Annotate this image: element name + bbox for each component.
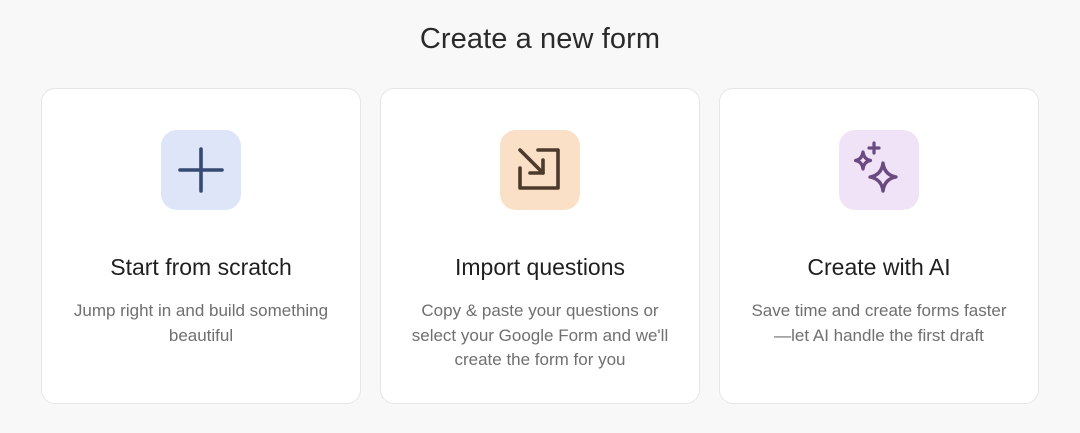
- card-description: Copy & paste your questions or select yo…: [411, 301, 669, 369]
- card-title: Start from scratch: [110, 254, 292, 280]
- card-title: Create with AI: [807, 254, 951, 280]
- sparkles-icon: [853, 141, 898, 193]
- create-form-page: Create a new form Start from scratch Jum…: [0, 0, 1080, 433]
- card-description: Save time and create forms faster—let AI…: [751, 301, 1007, 345]
- card-description: Jump right in and build something beauti…: [73, 301, 329, 345]
- start-from-scratch-card[interactable]: Start from scratch Jump right in and bui…: [41, 88, 361, 404]
- start-from-scratch-icon-tile: [161, 130, 241, 210]
- import-questions-card[interactable]: Import questions Copy & paste your quest…: [380, 88, 700, 404]
- import-questions-icon-tile: [500, 130, 580, 210]
- page-title: Create a new form: [419, 23, 661, 55]
- card-title: Import questions: [454, 254, 626, 280]
- create-with-ai-icon-tile: [839, 130, 919, 210]
- import-arrow-icon: [518, 148, 560, 190]
- create-with-ai-card[interactable]: Create with AI Save time and create form…: [719, 88, 1039, 404]
- plus-icon: [178, 147, 224, 193]
